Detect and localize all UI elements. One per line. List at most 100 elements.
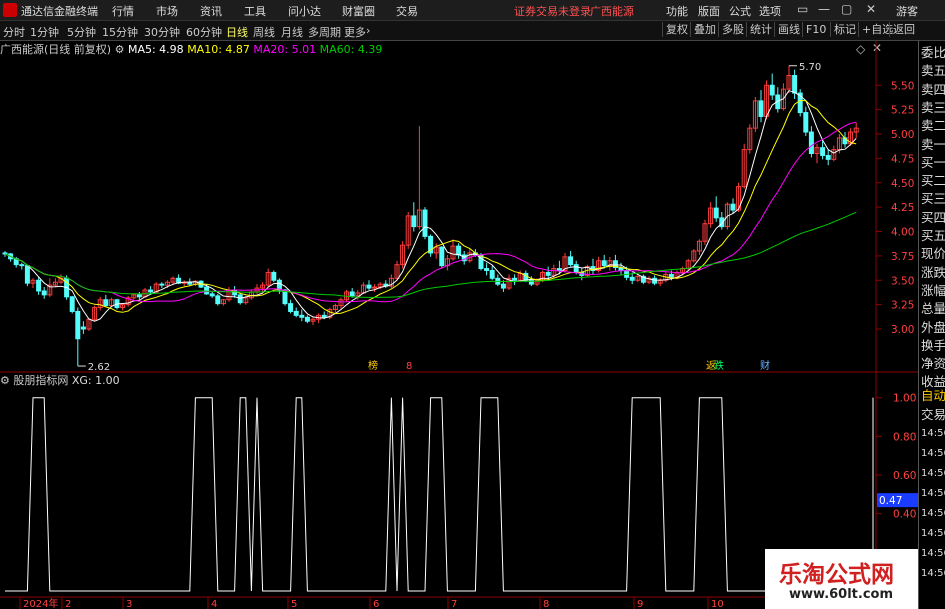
quote-panel-item: 委比 — [921, 45, 945, 60]
ma10-line — [4, 99, 857, 315]
candle-body — [652, 277, 658, 284]
candle-body — [825, 154, 831, 160]
candle-body — [500, 283, 506, 289]
candle-body — [601, 260, 607, 267]
ind-tick-label: 1.00 — [893, 393, 916, 405]
quote-panel-item: 涨跌 — [921, 264, 945, 280]
date-tick-label: 3 — [126, 599, 132, 609]
quote-panel-item: 买三 — [921, 191, 945, 207]
event-tag[interactable]: 榜 — [368, 359, 378, 372]
price-tick-label: 5.00 — [891, 129, 914, 141]
candle-body — [573, 264, 579, 273]
candle-body — [769, 84, 775, 96]
candle-body — [80, 326, 86, 330]
date-tick-label: 2024年 — [23, 597, 58, 609]
candle-body — [19, 264, 25, 267]
candle-body — [148, 289, 154, 293]
low-price-label: 2.62 — [88, 362, 110, 373]
quote-panel-item: 买二 — [921, 173, 945, 189]
kline-chart[interactable]: 5.50 5.25 5.00 4.75 4.50 4.25 4.00 3.75 3.50 3.25… — [0, 0, 945, 609]
price-tick-label: 4.25 — [891, 202, 914, 214]
candle-body — [439, 246, 445, 267]
quote-panel-item: 14:56 — [921, 468, 945, 479]
quote-panel-item: 卖一 — [921, 136, 945, 152]
date-tick-label: 9 — [637, 599, 643, 609]
date-tick-label: 4 — [211, 599, 217, 609]
ind-tick-label: 0.60 — [893, 470, 916, 482]
candle-body — [758, 100, 764, 117]
candle-body — [299, 314, 305, 318]
candle-body — [803, 112, 809, 133]
candle-body — [24, 265, 30, 284]
quote-panel-item: 14:56 — [921, 488, 945, 499]
quote-panel-item: 14:56 — [921, 568, 945, 579]
quote-panel-item: 涨幅 — [921, 282, 945, 298]
quote-panel-item: 卖四 — [921, 81, 945, 97]
quote-panel-item: 卖五 — [921, 63, 945, 79]
quote-panel-item: 买一 — [921, 154, 945, 170]
price-tick-label: 4.50 — [891, 178, 914, 190]
price-tick-label: 4.75 — [891, 153, 914, 165]
quote-panel-item: 交易 — [921, 407, 945, 422]
watermark-title: 乐淘公式网 — [779, 561, 894, 588]
candle-body — [411, 215, 417, 228]
quote-panel-item: 14:56 — [921, 528, 945, 539]
candle-body — [713, 207, 719, 219]
watermark: 乐淘公式网 www.60lt.com — [765, 549, 918, 609]
candle-body — [512, 277, 518, 281]
quote-panel-item: 现价 — [921, 246, 945, 262]
candle-body — [271, 271, 277, 281]
event-tag[interactable]: 跌 — [714, 359, 724, 372]
quote-panel-item: 卖二 — [921, 118, 945, 134]
candle-body — [808, 131, 814, 155]
price-tick-label: 3.75 — [891, 251, 914, 263]
candle-body — [422, 209, 428, 237]
quote-panel-item: 换手 — [921, 337, 945, 353]
date-tick-label: 8 — [543, 599, 549, 609]
xg-signal-line — [5, 397, 857, 592]
quote-panel-item: 14:56 — [921, 428, 945, 439]
candle-body — [489, 270, 495, 279]
date-tick-label: 6 — [373, 599, 379, 609]
candle-body — [484, 268, 490, 271]
candle-body — [215, 295, 221, 305]
ind-tick-label: 0.80 — [893, 431, 916, 443]
candle-body — [321, 314, 327, 318]
candle-body — [545, 271, 551, 276]
candle-body — [349, 291, 355, 297]
event-tag[interactable]: 8 — [406, 361, 412, 372]
quote-side-panel: 委比 卖五 卖四 卖三 卖二 卖一 买一 买二 买三 买四 买五 现价 涨跌 涨幅 总量 外盘 换手 净资 收益 自动… — [918, 41, 945, 609]
date-tick-label: 7 — [451, 599, 457, 609]
price-tick-label: 3.00 — [891, 324, 914, 336]
candle-body — [372, 286, 378, 289]
quote-panel-item: 14:56 — [921, 548, 945, 559]
candle-body — [293, 310, 299, 316]
quote-panel-item: 14:56 — [921, 508, 945, 519]
ma20-line — [4, 121, 857, 303]
candle-body — [629, 276, 635, 281]
price-tick-label: 5.25 — [891, 105, 914, 117]
event-tag[interactable]: 财 — [760, 359, 770, 372]
price-tick-label: 5.50 — [891, 80, 914, 92]
candle-body — [159, 283, 165, 286]
candle-body — [568, 256, 574, 266]
date-tick-label: 10 — [711, 599, 724, 609]
date-tick-label: 2 — [65, 599, 71, 609]
ma5-line — [4, 90, 857, 322]
candle-body — [366, 284, 372, 289]
date-tick-label: 5 — [291, 599, 297, 609]
candle-body — [136, 294, 142, 298]
candle-body — [668, 273, 674, 278]
quote-panel-item: 外盘 — [921, 319, 945, 335]
candle-body — [75, 310, 81, 340]
candle-body — [288, 303, 294, 312]
quote-panel-item: 买五 — [921, 228, 945, 243]
high-price-label: 5.70 — [799, 62, 821, 73]
candle-body — [41, 290, 47, 296]
candle-body — [792, 75, 798, 94]
candle-body — [204, 286, 210, 295]
price-tick-label: 3.25 — [891, 300, 914, 312]
ind-tick-label: 0.40 — [893, 509, 916, 521]
price-tick-label: 4.00 — [891, 227, 914, 239]
candle-body — [209, 293, 215, 297]
